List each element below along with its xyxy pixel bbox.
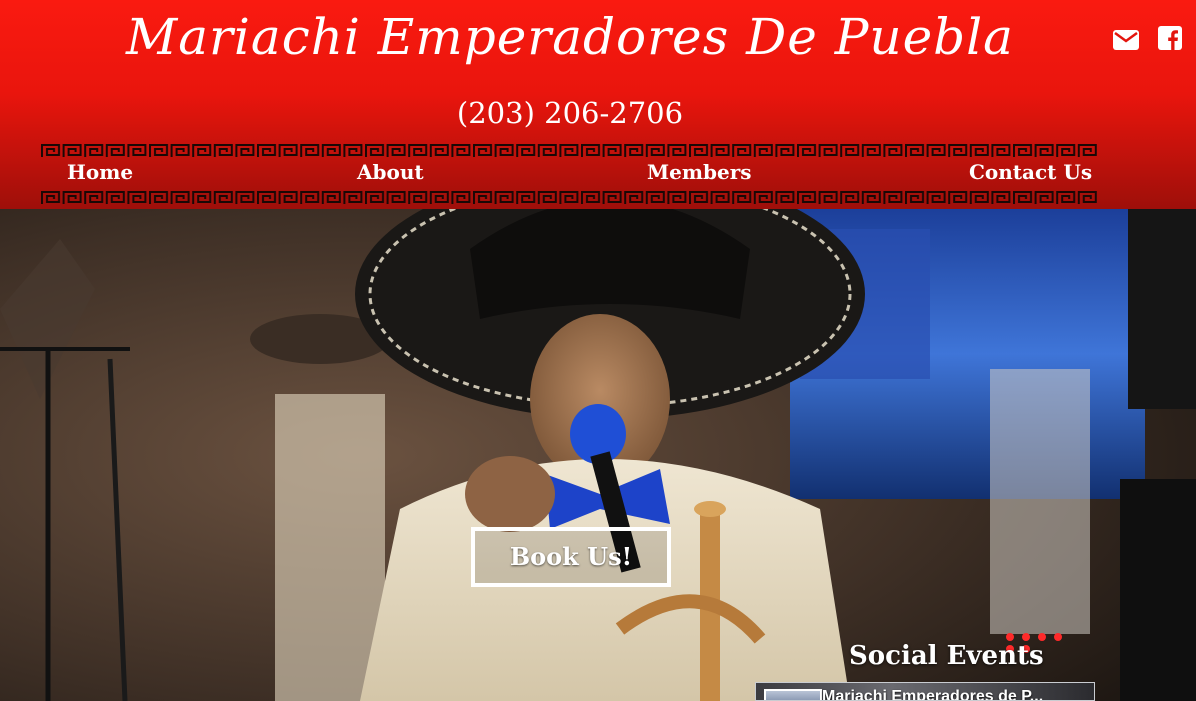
fb-page-thumbnail[interactable] [764,689,822,700]
fb-page-name[interactable]: Mariachi Emperadores de P... [822,688,1043,700]
book-us-button[interactable]: Book Us! [471,527,671,587]
greek-key-border-top [41,143,1099,159]
nav-home[interactable]: Home [67,160,133,184]
facebook-page-widget[interactable]: Mariachi Emperadores de P... [755,682,1095,701]
envelope-icon[interactable] [1112,26,1140,54]
site-header: Mariachi Emperadores De Puebla (203) 206… [0,0,1196,209]
nav-members[interactable]: Members [647,160,752,184]
hero-photo [0,209,1196,701]
main-nav: Home About Members Contact Us [0,160,1196,190]
phone-number[interactable]: (203) 206-2706 [0,96,1140,130]
nav-contact-us[interactable]: Contact Us [969,160,1092,184]
nav-about[interactable]: About [357,160,424,184]
social-events-heading: Social Events [849,641,1044,671]
greek-key-border-bottom [41,190,1099,206]
facebook-icon[interactable] [1158,26,1186,54]
site-title[interactable]: Mariachi Emperadores De Puebla [0,8,1140,66]
